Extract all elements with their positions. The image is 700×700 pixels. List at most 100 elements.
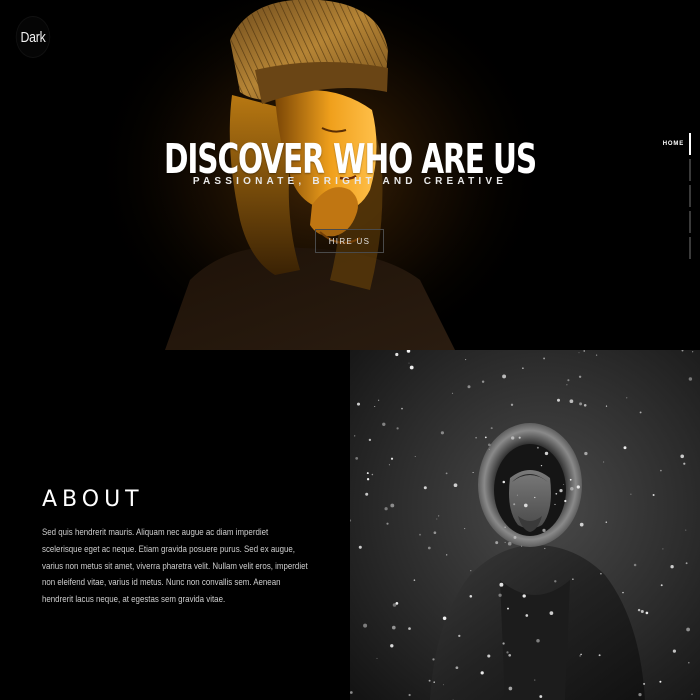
snowflake (576, 485, 580, 489)
snowflake (428, 679, 431, 682)
snowflake (484, 436, 487, 439)
snowflake (522, 367, 524, 370)
snowflake (554, 580, 557, 583)
snowflake (626, 397, 628, 399)
snowflake (544, 547, 546, 550)
snowflake (455, 666, 459, 670)
snowflake (396, 427, 399, 430)
snowflake (579, 522, 584, 527)
snowflake (557, 398, 560, 402)
snowflake (692, 351, 694, 353)
snowflake (391, 625, 396, 630)
snowflake (598, 654, 601, 657)
snowflake (390, 503, 395, 508)
snowflake (374, 405, 376, 408)
snowflake (427, 546, 431, 550)
snowflake (487, 654, 491, 658)
snowflake (578, 352, 580, 354)
brand-logo[interactable]: Dark (16, 17, 50, 57)
section-nav: HOME (641, 133, 691, 260)
snowflake (534, 679, 536, 681)
snowflake (467, 385, 471, 389)
nav-dot-2[interactable] (689, 159, 691, 181)
snowflake (583, 350, 585, 352)
snowflake (691, 693, 693, 696)
snowflake (543, 357, 546, 360)
snowflake (549, 611, 554, 615)
snowflake (605, 405, 608, 407)
nav-dot-4[interactable] (689, 211, 691, 233)
snowflake (354, 435, 356, 437)
snowflake (440, 431, 444, 435)
snowflake (638, 692, 642, 697)
snowflake (368, 438, 372, 442)
snowflake (583, 404, 587, 407)
snowflake (670, 565, 674, 569)
snowflake (433, 681, 435, 683)
snowflake (566, 384, 568, 386)
nav-dot-home[interactable] (689, 133, 691, 155)
nav-dot-3[interactable] (689, 185, 691, 207)
snowflake (513, 536, 517, 539)
snowflake (419, 533, 421, 536)
snowflake (433, 531, 437, 535)
snowflake (542, 528, 546, 533)
about-section: ABOUT Sed quis hendrerit mauris. Aliquam… (0, 350, 350, 700)
snowflake (470, 570, 472, 572)
snowflake (464, 528, 466, 530)
snowflake (559, 488, 563, 493)
snowflake (388, 464, 390, 466)
snowflake (683, 462, 686, 465)
snowflake (488, 448, 490, 450)
snowflake (495, 541, 499, 545)
snowflake (446, 554, 448, 556)
nav-dot-5[interactable] (689, 237, 691, 259)
snowflake (569, 478, 572, 481)
snowflake (408, 362, 410, 364)
snowflake (355, 457, 359, 460)
snowflake (521, 545, 523, 547)
snowflake (507, 607, 509, 610)
snowflake (465, 359, 467, 361)
about-heading: ABOUT (42, 487, 144, 512)
snowflake (475, 436, 477, 439)
snowflake (536, 639, 540, 643)
snowflake (623, 446, 627, 450)
snowflake (423, 486, 427, 490)
snowflake (605, 521, 608, 523)
snowflake (554, 503, 556, 505)
snowflake (511, 436, 515, 440)
snowflake (436, 518, 438, 520)
snowflake (640, 610, 644, 613)
snowflake (384, 507, 388, 511)
snowflake (685, 529, 687, 531)
snowflake (672, 649, 676, 653)
hero-subtitle: PASSIONATE, BRIGHT AND CREATIVE (192, 176, 508, 187)
snowflake (358, 545, 362, 549)
snowflake (584, 451, 588, 456)
snowflake (580, 653, 582, 656)
hire-us-button[interactable]: HIRE US (315, 229, 384, 253)
snowflake (442, 616, 447, 621)
snowflake (659, 680, 662, 683)
snowflake (480, 671, 484, 675)
snowflake (639, 411, 642, 414)
snowflake (660, 469, 662, 472)
snowflake (502, 480, 506, 484)
snowflake (516, 494, 518, 496)
snowflake (401, 407, 403, 410)
snowflake (451, 392, 454, 394)
snowflake (579, 655, 581, 657)
snowflake (536, 446, 539, 449)
snowflake (432, 658, 435, 661)
snowflake (504, 541, 506, 543)
snowflake (487, 443, 491, 447)
snowflake (508, 653, 512, 657)
snowflake (365, 492, 369, 496)
snowflake (685, 562, 688, 565)
snowflake (356, 402, 361, 406)
snowflake (507, 541, 512, 546)
snowflake (603, 461, 605, 463)
snowflake (569, 399, 574, 404)
snowflake (472, 471, 474, 474)
